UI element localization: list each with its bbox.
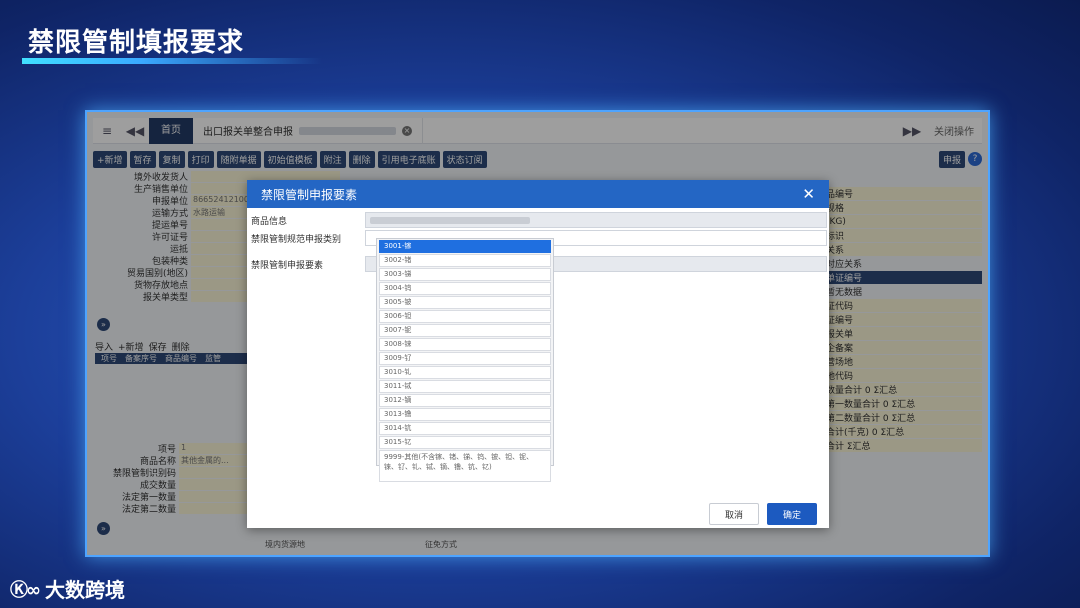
dropdown-option[interactable]: 3010-钆 [379, 366, 551, 379]
dialog-header: 禁限管制申报要素 ✕ [247, 180, 829, 208]
dropdown-option[interactable]: 3009-钌 [379, 352, 551, 365]
redacted-text [370, 216, 530, 224]
screenshot-frame: ≡ ◀◀ 首页 出口报关单整合申报 × ▶▶ 关闭操作 +新增 暂存 复制 打印 随附单… [85, 110, 990, 557]
brand-logo-icon: Ⓚ∞ [10, 579, 41, 601]
title-underline [22, 58, 322, 64]
dropdown-option[interactable]: 3002-锗 [379, 254, 551, 267]
brand-name: 大数跨境 [45, 578, 125, 602]
dropdown-option[interactable]: 3003-锑 [379, 268, 551, 281]
dialog-title: 禁限管制申报要素 [261, 187, 358, 202]
dropdown-option[interactable]: 3004-钨 [379, 282, 551, 295]
close-icon[interactable]: ✕ [802, 185, 815, 203]
dialog-footer: 取消 确定 [247, 500, 829, 528]
dropdown-option[interactable]: 3011-铽 [379, 380, 551, 393]
category-label: 禁限管制规范申报类别 [251, 234, 342, 245]
dropdown-option[interactable]: 3014-钪 [379, 422, 551, 435]
goods-info-label: 商品信息 [251, 216, 288, 227]
slide-title: 禁限管制填报要求 [28, 28, 245, 58]
dropdown-option[interactable]: 3007-铌 [379, 324, 551, 337]
goods-info-row: 商品信息 [249, 212, 827, 228]
brand: Ⓚ∞ 大数跨境 [10, 574, 125, 603]
dropdown-option[interactable]: 9999-其他(不含镓、锗、锑、钨、铍、钽、铌、铼、钌、钆、铽、镝、镥、钪、钇) [379, 450, 551, 482]
dropdown-option[interactable]: 3015-钇 [379, 436, 551, 449]
dropdown-option[interactable]: 3006-钽 [379, 310, 551, 323]
dropdown-option[interactable]: 3001-镓 [379, 240, 551, 253]
dropdown-option[interactable]: 3012-镝 [379, 394, 551, 407]
dropdown-option[interactable]: 3008-铼 [379, 338, 551, 351]
dropdown-option[interactable]: 3013-镥 [379, 408, 551, 421]
cancel-button[interactable]: 取消 [709, 503, 759, 525]
category-dropdown: 3001-镓 3002-锗 3003-锑 3004-钨 3005-铍 3006-钽 3007… [376, 238, 554, 482]
restricted-control-dialog: 禁限管制申报要素 ✕ 商品信息 禁限管制规范申报类别 禁限管制申报要素 3001… [247, 180, 829, 528]
elements-label: 禁限管制申报要素 [251, 260, 324, 271]
dialog-body: 商品信息 禁限管制规范申报类别 禁限管制申报要素 3001-镓 3002-锗 300… [247, 208, 829, 500]
goods-info-field [365, 212, 827, 228]
dropdown-option[interactable]: 3005-铍 [379, 296, 551, 309]
confirm-button[interactable]: 确定 [767, 503, 817, 525]
